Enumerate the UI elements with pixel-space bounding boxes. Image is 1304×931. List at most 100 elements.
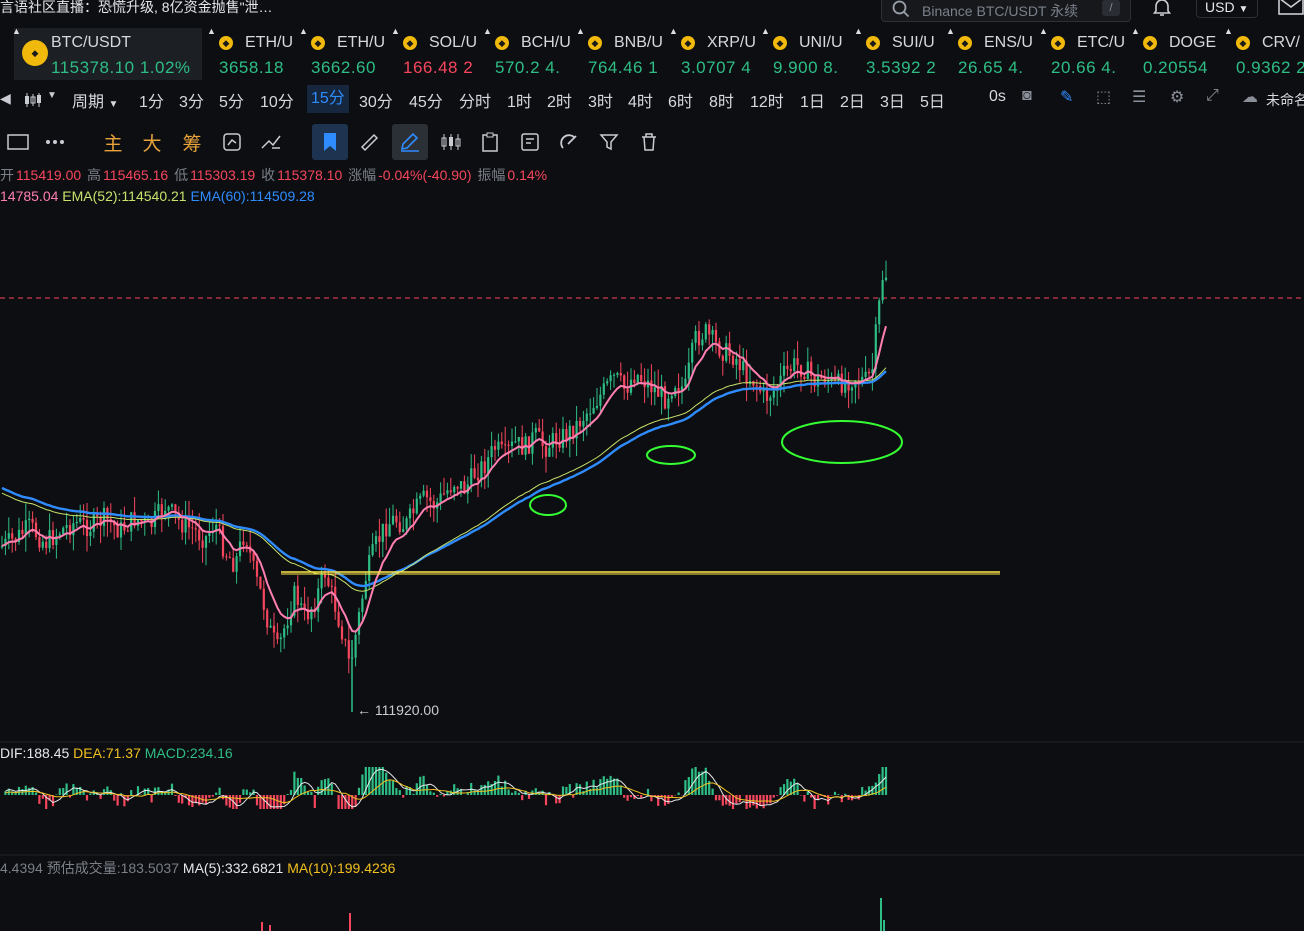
chevron-down-icon[interactable]: ▼: [47, 90, 57, 101]
candles-tool-icon[interactable]: [433, 124, 469, 160]
timeframe-7[interactable]: 分时: [459, 88, 491, 112]
macd-bar: [510, 792, 514, 795]
ticker-3[interactable]: ◆ SOL/U 166.48 2 ▲: [391, 26, 493, 80]
more-icon[interactable]: [37, 124, 73, 160]
timeframe-12[interactable]: 6时: [668, 88, 693, 112]
timeframe-1[interactable]: 3分: [179, 88, 204, 112]
fullscreen-icon[interactable]: ⤢: [1206, 87, 1219, 105]
currency-select[interactable]: USD ▼: [1196, 0, 1258, 18]
candlestick-type-icon[interactable]: [24, 92, 42, 108]
timeframe-16[interactable]: 2日: [840, 88, 865, 112]
macd-bar: [725, 795, 728, 805]
expand-icon[interactable]: ⬚: [1096, 87, 1111, 107]
chevron-left-icon[interactable]: ◀: [0, 90, 11, 107]
ticker-4[interactable]: ◆ BCH/U 570.2 4. ▲: [483, 26, 585, 80]
candle-body: [266, 609, 269, 628]
macd-bar: [374, 767, 378, 795]
news-banner[interactable]: 言语社区直播：恐慌升级, 8亿资金抛售"泄…: [0, 0, 273, 17]
chip-distribution-button[interactable]: 筹: [174, 124, 210, 160]
timeframe-3[interactable]: 10分: [260, 88, 294, 112]
filter-icon[interactable]: [591, 124, 627, 160]
pin-icon: ▲: [483, 26, 492, 36]
macd-bar: [286, 793, 289, 795]
period-select[interactable]: 周期 ▼: [72, 88, 118, 112]
candle-body: [79, 518, 82, 522]
candle-body: [313, 609, 316, 612]
macd-bar: [225, 795, 228, 806]
timeframe-5[interactable]: 30分: [359, 88, 393, 112]
timeframe-4[interactable]: 15分: [307, 85, 349, 113]
macd-bar: [398, 790, 401, 795]
macd-bar: [521, 795, 524, 801]
camera-icon[interactable]: ◙: [1022, 87, 1032, 105]
ticker-11[interactable]: ◆ DOGE 0.20554 ▲: [1131, 26, 1233, 80]
rectangle-icon[interactable]: [0, 124, 36, 160]
candle-body: [38, 536, 41, 548]
search-box[interactable]: Binance BTC/USDT 永续 /: [881, 0, 1131, 22]
lines-icon[interactable]: ☰: [1132, 87, 1146, 107]
big-order-button[interactable]: 大: [134, 124, 170, 160]
ticker-10[interactable]: ◆ ETC/U 20.66 4. ▲: [1039, 26, 1141, 80]
ticker-9[interactable]: ◆ ENS/U 26.65 4. ▲: [946, 26, 1048, 80]
timeframe-17[interactable]: 3日: [880, 88, 905, 112]
timeframe-11[interactable]: 4时: [628, 88, 653, 112]
clipboard-icon[interactable]: [472, 124, 508, 160]
macd-bar: [164, 791, 167, 795]
ticker-price: 0.20554: [1143, 58, 1208, 78]
candle-body: [623, 375, 626, 389]
timeframe-6[interactable]: 45分: [409, 88, 443, 112]
trash-icon[interactable]: [631, 124, 667, 160]
timeframe-13[interactable]: 8时: [709, 88, 734, 112]
timeframe-2[interactable]: 5分: [219, 88, 244, 112]
layout-name[interactable]: 未命名: [1266, 90, 1304, 110]
timeframe-15[interactable]: 1日: [800, 88, 825, 112]
ticker-price: 3662.60: [311, 58, 376, 78]
ticker-0[interactable]: ◆ BTC/USDT 115378.10 1.02% ▲: [12, 26, 202, 80]
ticker-12[interactable]: ◆ CRV/0.9362 2 ▲: [1224, 26, 1304, 80]
ticker-1[interactable]: ◆ ETH/U 3658.18 ▲: [207, 26, 309, 80]
macd-bar: [704, 767, 707, 795]
candle-body: [524, 436, 527, 455]
macd-bar: [878, 774, 881, 795]
ticker-7[interactable]: ◆ UNI/U 9.900 8. ▲: [761, 26, 863, 80]
timeframe-8[interactable]: 1时: [507, 88, 532, 112]
candle-body: [51, 530, 55, 545]
note-icon[interactable]: [512, 124, 548, 160]
candle-body: [140, 519, 143, 522]
ruler-icon[interactable]: [351, 124, 387, 160]
ticker-2[interactable]: ◆ ETH/U 3662.60 ▲: [299, 26, 401, 80]
ticker-5[interactable]: ◆ BNB/U 764.46 1 ▲: [576, 26, 678, 80]
candle-body: [674, 388, 677, 396]
ticker-8[interactable]: ◆ SUI/U 3.5392 2 ▲: [854, 26, 956, 80]
timeframe-9[interactable]: 2时: [547, 88, 572, 112]
candle-body: [504, 444, 507, 446]
candle-body: [606, 381, 609, 384]
macd-bar: [772, 795, 775, 798]
pencil-icon[interactable]: [392, 124, 428, 160]
macd-bar: [160, 791, 163, 795]
candle-body: [619, 373, 622, 376]
timeframe-18[interactable]: 5日: [920, 88, 945, 112]
timeframe-10[interactable]: 3时: [588, 88, 613, 112]
candle-body: [844, 380, 847, 393]
macd-bar: [453, 784, 456, 795]
bookmark-icon[interactable]: [312, 124, 348, 160]
settings-icon[interactable]: ⚙: [1170, 87, 1184, 107]
trend-tool-icon[interactable]: [253, 124, 289, 160]
mail-icon[interactable]: [1278, 0, 1304, 16]
timeframe-0[interactable]: 1分: [139, 88, 164, 112]
timeframe-14[interactable]: 12时: [750, 88, 784, 112]
bell-icon[interactable]: [1151, 0, 1173, 18]
candle-body: [228, 557, 231, 559]
cloud-icon[interactable]: ☁: [1242, 87, 1258, 107]
ticker-6[interactable]: ◆ XRP/U 3.0707 4 ▲: [669, 26, 771, 80]
pencil-icon[interactable]: ✎: [1060, 87, 1073, 107]
magnet-icon[interactable]: [551, 124, 587, 160]
candle-body: [133, 512, 136, 526]
main-indicator-button[interactable]: 主: [95, 124, 131, 160]
compare-icon[interactable]: [214, 124, 250, 160]
ticker-symbol: ETC/U: [1077, 34, 1125, 51]
candle-body: [493, 446, 497, 450]
candle-body: [293, 585, 296, 616]
candle-body: [779, 375, 782, 388]
